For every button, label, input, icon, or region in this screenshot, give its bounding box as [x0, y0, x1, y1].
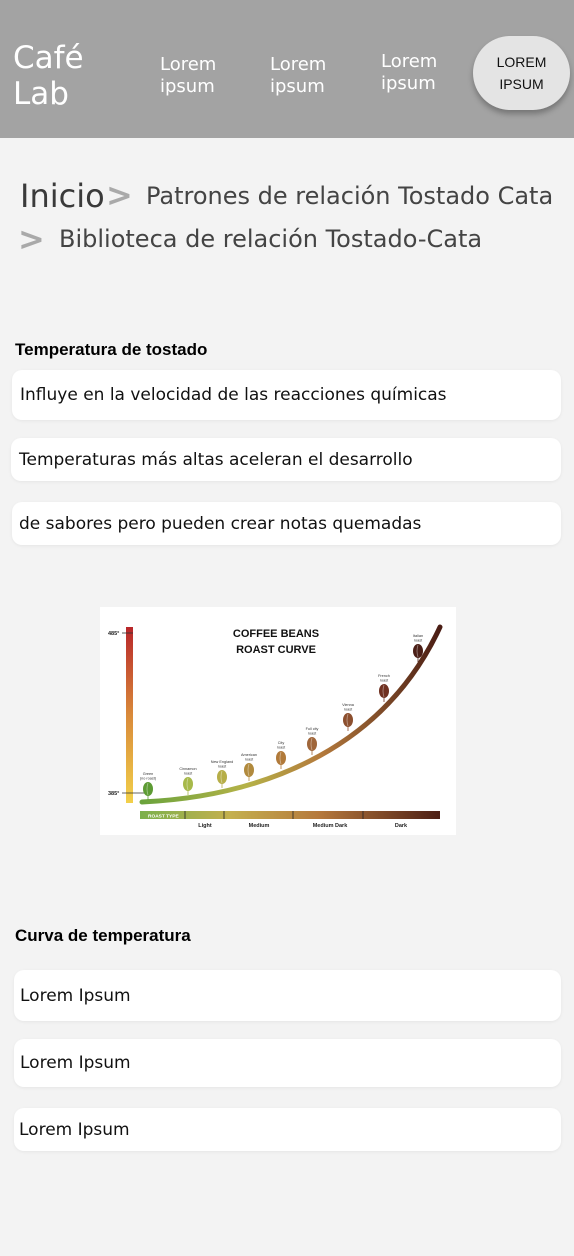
nav-link-1[interactable]: Lorem ipsum	[160, 54, 240, 98]
bean-label: roast	[414, 639, 423, 643]
bean-label: roast	[380, 679, 389, 683]
bean-label: Italian	[413, 634, 423, 638]
coffee-bean-marker: Americanroast	[241, 753, 257, 781]
breadcrumb-home[interactable]: Inicio	[20, 177, 105, 215]
roast-level-light: Light	[198, 823, 212, 829]
temp-high-label: 485°	[108, 631, 119, 637]
bean-label: City	[278, 741, 285, 745]
chevron-right-icon: >	[106, 176, 133, 214]
list-item[interactable]: Lorem Ipsum	[14, 970, 561, 1021]
list-item[interactable]: Lorem Ipsum	[14, 1039, 561, 1087]
roast-curve-figure: 485° 385° COFFEE BEANS ROAST CURVE Green…	[100, 607, 456, 835]
roast-level-medium-dark: Medium Dark	[313, 823, 348, 829]
bean-label: American	[241, 753, 257, 757]
coffee-bean-marker: New Englandroast	[211, 760, 234, 788]
brand-logo-text[interactable]: Café Lab	[13, 40, 123, 112]
figure-title-line1: COFFEE BEANS	[233, 628, 319, 640]
bean-label: Full city	[306, 727, 319, 731]
app-header: Café Lab Lorem ipsum Lorem ipsum Lorem i…	[0, 0, 574, 138]
bean-label: roast	[308, 732, 317, 736]
nav-link-2[interactable]: Lorem ipsum	[270, 54, 350, 98]
bean-label: roast	[344, 708, 353, 712]
temp-low-label: 385°	[108, 791, 119, 797]
list-item[interactable]: Lorem Ipsum	[14, 1108, 561, 1151]
bean-label: roast	[245, 758, 254, 762]
bean-label: roast	[184, 772, 193, 776]
nav-link-3[interactable]: Lorem ipsum	[381, 51, 461, 95]
header-cta-button[interactable]: LOREM IPSUM	[473, 36, 570, 110]
bean-label: Green	[143, 772, 154, 776]
figure-title-line2: ROAST CURVE	[236, 644, 316, 656]
bean-label: French	[378, 674, 390, 678]
breadcrumb-roast-tasting-patterns[interactable]: Patrones de relación Tostado Cata	[146, 182, 553, 210]
chevron-right-icon: >	[18, 220, 45, 258]
bean-label: Cinnamon	[179, 767, 196, 771]
temperature-scale-bar	[126, 627, 133, 803]
roast-level-medium: Medium	[249, 823, 270, 829]
section-title-temperature-curve: Curva de temperatura	[15, 926, 191, 945]
info-card: Influye en la velocidad de las reaccione…	[12, 370, 561, 420]
info-card: de sabores pero pueden crear notas quema…	[12, 502, 561, 545]
coffee-bean-marker: Frenchroast	[378, 674, 390, 702]
roast-level-dark: Dark	[395, 823, 408, 829]
breadcrumb-current-library: Biblioteca de relación Tostado-Cata	[59, 225, 483, 253]
bean-label: (no roast)	[140, 777, 157, 781]
roast-curve-illustration: 485° 385° COFFEE BEANS ROAST CURVE Green…	[108, 624, 443, 829]
coffee-bean-marker: Cinnamonroast	[179, 767, 197, 795]
roast-type-label: ROAST TYPE	[148, 814, 179, 820]
coffee-bean-marker: Cityroast	[276, 741, 286, 769]
coffee-bean-marker: Full cityroast	[306, 727, 319, 755]
bean-label: roast	[277, 746, 286, 750]
section-title-roast-temperature: Temperatura de tostado	[15, 340, 208, 359]
coffee-bean-marker: Green(no roast)	[140, 772, 157, 800]
bean-label: New England	[211, 760, 234, 764]
coffee-bean-marker: Viennaroast	[342, 703, 355, 731]
bean-label: Vienna	[342, 703, 355, 707]
info-card: Temperaturas más altas aceleran el desar…	[11, 438, 561, 481]
bean-label: roast	[218, 765, 227, 769]
